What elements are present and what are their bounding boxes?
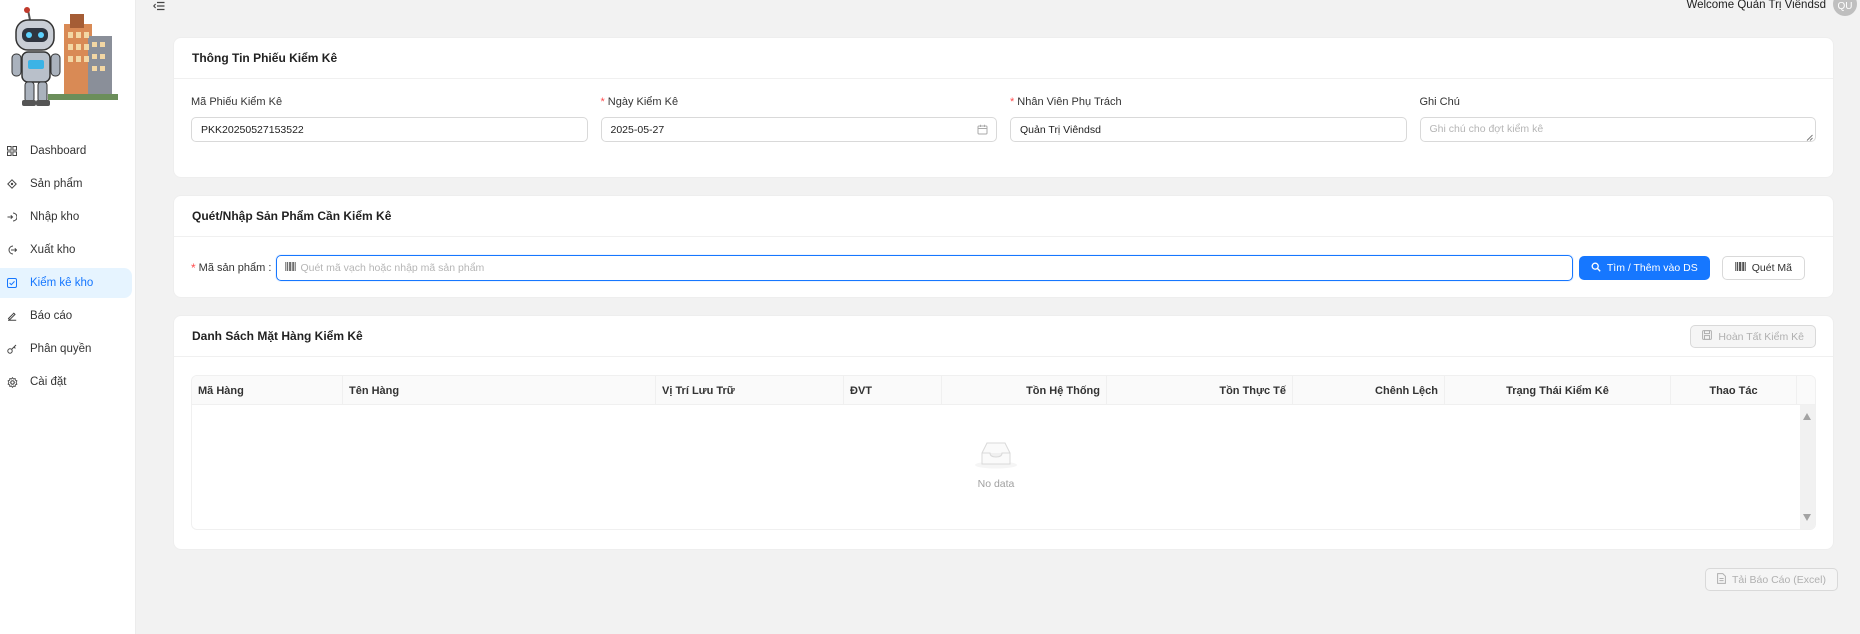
sidebar-item-permissions[interactable]: Phân quyền	[0, 334, 132, 364]
code-input[interactable]: PKK20250527153522	[191, 117, 588, 142]
date-value: 2025-05-27	[610, 123, 665, 136]
note-textarea[interactable]: Ghi chú cho đợt kiểm kê	[1419, 117, 1816, 142]
sidebar-item-label: Phân quyền	[30, 343, 92, 355]
card-title: Quét/Nhập Sản Phẩm Cần Kiểm Kê	[174, 196, 1833, 237]
product-icon	[6, 178, 18, 190]
product-code-placeholder: Quét mã vạch hoặc nhập mã sản phẩm	[300, 262, 485, 274]
file-icon	[1717, 572, 1726, 587]
product-code-input[interactable]: Quét mã vạch hoặc nhập mã sản phẩm	[276, 255, 1573, 281]
scroll-up-icon[interactable]	[1803, 413, 1811, 420]
sidebar-item-label: Dashboard	[30, 145, 87, 157]
sidebar-item-reports[interactable]: Báo cáo	[0, 301, 132, 331]
barcode-icon	[1735, 262, 1746, 274]
sidebar-item-export[interactable]: Xuất kho	[0, 235, 132, 265]
menu-toggle-icon[interactable]	[153, 0, 165, 11]
complete-inventory-label: Hoàn Tất Kiểm Kê	[1718, 330, 1804, 343]
staff-field-group: * Nhân Viên Phụ Trách Quản Trị Viêndsd	[1010, 96, 1407, 142]
report-icon	[6, 310, 18, 322]
search-add-label: Tìm / Thêm vào DS	[1606, 262, 1698, 274]
sidebar-item-label: Sản phẩm	[30, 178, 83, 190]
column-header[interactable]: Vị Trí Lưu Trữ	[656, 376, 844, 405]
sidebar-item-inventory-check[interactable]: Kiểm kê kho	[0, 268, 132, 298]
sidebar-item-products[interactable]: Sản phẩm	[0, 169, 132, 199]
sidebar-item-label: Kiểm kê kho	[30, 277, 94, 289]
card-title: Thông Tin Phiếu Kiểm Kê	[174, 38, 1833, 79]
export-icon	[6, 244, 18, 256]
vertical-scrollbar[interactable]	[1800, 405, 1815, 529]
staff-label: Nhân Viên Phụ Trách	[1017, 96, 1122, 108]
scan-card: Quét/Nhập Sản Phẩm Cần Kiểm Kê * Mã sản …	[173, 195, 1834, 298]
sidebar-item-label: Nhập kho	[30, 211, 80, 223]
barcode-icon	[285, 262, 297, 274]
date-label: Ngày Kiểm Kê	[607, 96, 679, 108]
column-header[interactable]: Tồn Thực Tế	[1107, 376, 1293, 405]
column-header[interactable]: Mã Hàng	[192, 376, 343, 405]
save-icon	[1702, 330, 1713, 343]
sidebar-item-label: Xuất kho	[30, 244, 76, 256]
staff-label-row: * Nhân Viên Phụ Trách	[1010, 96, 1407, 112]
calendar-icon[interactable]	[977, 124, 988, 135]
sidebar-item-import[interactable]: Nhập kho	[0, 202, 132, 232]
empty-state: No data	[192, 439, 1800, 490]
gear-icon	[6, 376, 18, 388]
date-label-row: * Ngày Kiểm Kê	[601, 96, 998, 112]
staff-input[interactable]: Quản Trị Viêndsd	[1010, 117, 1407, 142]
column-header[interactable]: ĐVT	[844, 376, 942, 405]
dashboard-icon	[6, 145, 18, 157]
download-report-button[interactable]: Tải Báo Cáo (Excel)	[1705, 568, 1838, 591]
column-header[interactable]: Thao Tác	[1671, 376, 1797, 405]
import-icon	[6, 211, 18, 223]
inventory-table: Mã Hàng Tên Hàng Vị Trí Lưu Trữ ĐVT Tồn …	[191, 375, 1816, 530]
scroll-down-icon[interactable]	[1803, 514, 1811, 521]
sidebar-item-label: Báo cáo	[30, 310, 73, 322]
note-field-group: Ghi Chú Ghi chú cho đợt kiểm kê	[1419, 96, 1816, 142]
card-title: Danh Sách Mặt Hàng Kiểm Kê	[174, 316, 1833, 357]
sidebar-nav: Dashboard Sản phẩm Nhập kho Xuất kho Kiể…	[0, 136, 136, 400]
note-placeholder: Ghi chú cho đợt kiểm kê	[1429, 123, 1544, 135]
inventory-list-card: Danh Sách Mặt Hàng Kiểm Kê Hoàn Tất Kiểm…	[173, 315, 1834, 550]
sidebar-item-settings[interactable]: Cài đặt	[0, 367, 132, 397]
search-icon	[1591, 262, 1601, 275]
scan-code-label: Quét Mã	[1751, 262, 1792, 274]
inventory-info-card: Thông Tin Phiếu Kiểm Kê Mã Phiếu Kiểm Kê…	[173, 37, 1834, 178]
scan-code-button[interactable]: Quét Mã	[1721, 256, 1805, 280]
required-mark: *	[191, 261, 196, 275]
sidebar-item-dashboard[interactable]: Dashboard	[0, 136, 132, 166]
download-report-label: Tải Báo Cáo (Excel)	[1732, 573, 1826, 586]
scan-row: * Mã sản phẩm : Quét mã vạch hoặc nhập m…	[191, 255, 1805, 281]
note-label: Ghi Chú	[1419, 96, 1460, 108]
robot-logo	[8, 6, 120, 114]
resize-handle-icon[interactable]	[1806, 132, 1813, 141]
complete-inventory-button[interactable]: Hoàn Tất Kiểm Kê	[1690, 325, 1816, 348]
avatar[interactable]: QU	[1833, 0, 1857, 16]
product-code-label: Mã sản phẩm :	[198, 262, 272, 274]
column-header[interactable]: Tồn Hệ Thống	[942, 376, 1107, 405]
search-add-button[interactable]: Tìm / Thêm vào DS	[1578, 256, 1710, 280]
sidebar: Dashboard Sản phẩm Nhập kho Xuất kho Kiể…	[0, 0, 136, 634]
column-header[interactable]: Chênh Lệch	[1293, 376, 1445, 405]
column-header[interactable]: Tên Hàng	[343, 376, 656, 405]
key-icon	[6, 343, 18, 355]
empty-inbox-icon	[974, 439, 1018, 472]
date-field-group: * Ngày Kiểm Kê 2025-05-27	[600, 96, 998, 142]
checklist-icon	[6, 277, 18, 289]
welcome-text: Welcome Quản Trị Viêndsd	[1686, 0, 1826, 11]
column-header[interactable]: Trạng Thái Kiểm Kê	[1445, 376, 1671, 405]
date-input[interactable]: 2025-05-27	[600, 117, 997, 142]
table-header: Mã Hàng Tên Hàng Vị Trí Lưu Trữ ĐVT Tồn …	[192, 376, 1815, 405]
info-form: Mã Phiếu Kiểm Kê PKK20250527153522 * Ngày…	[191, 96, 1816, 142]
required-mark: *	[1010, 96, 1015, 108]
required-mark: *	[600, 96, 605, 108]
empty-text: No data	[977, 478, 1015, 490]
sidebar-item-label: Cài đặt	[30, 376, 67, 388]
code-field-group: Mã Phiếu Kiểm Kê PKK20250527153522	[191, 96, 588, 142]
code-label: Mã Phiếu Kiểm Kê	[191, 96, 283, 108]
